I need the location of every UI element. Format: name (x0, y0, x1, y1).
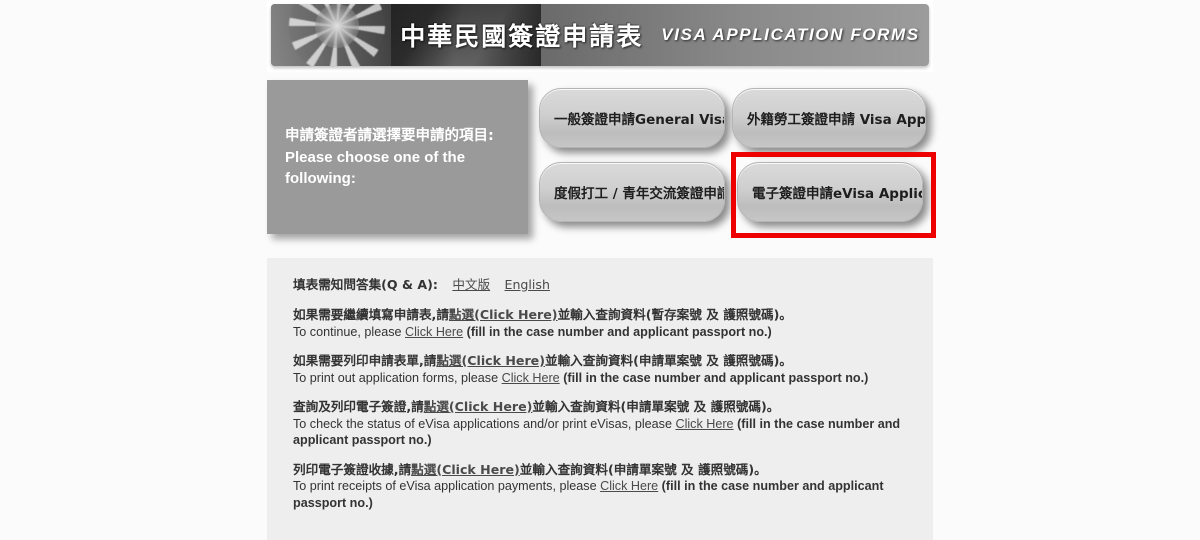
qa-line: 填表需知問答集(Q & A): 中文版 English (293, 274, 909, 293)
check-evisa-cn-link[interactable]: 點選(Click Here) (424, 399, 533, 414)
check-evisa-en-before: To check the status of eVisa application… (293, 416, 676, 431)
page-banner: 中華民國簽證申請表 VISA APPLICATION FORMS (267, 0, 933, 72)
qa-english-link[interactable]: English (504, 277, 549, 292)
print-receipts-en-before: To print receipts of eVisa application p… (293, 479, 601, 493)
banner-title-group: 中華民國簽證申請表 VISA APPLICATION FORMS (271, 4, 929, 66)
print-forms-cn-after: 並輸入查詢資料(申請單案號 及 護照號碼)。 (544, 353, 792, 368)
general-visa-application-label: 一般簽證申請General Visa Ap (554, 112, 724, 128)
print-receipts-en-link[interactable]: Click Here (600, 479, 658, 493)
banner-image: 中華民國簽證申請表 VISA APPLICATION FORMS (271, 4, 929, 66)
print-forms-en-link[interactable]: Click Here (502, 371, 560, 385)
evisa-application-label: 電子簽證申請eVisa Applicatio (752, 186, 922, 202)
choose-prompt-chinese: 申請簽證者請選擇要申請的項目: (285, 127, 494, 144)
check-evisa-cn-after: 並輸入查詢資料(申請單案號 及 護照號碼)。 (532, 399, 780, 414)
print-forms-en-before: To print out application forms, please (293, 370, 502, 385)
instruction-paragraph-check-evisa: 查詢及列印電子簽證,請點選(Click Here)並輸入查詢資料(申請單案號 及… (293, 399, 909, 449)
qa-label: 填表需知問答集(Q & A): (293, 277, 438, 292)
print-receipts-cn-link[interactable]: 點選(Click Here) (411, 462, 520, 477)
continue-cn-after: 並輸入查詢資料(暫存案號 及 護照號碼)。 (557, 307, 792, 322)
choose-prompt-text: 申請簽證者請選擇要申請的項目: Please choose one of the… (267, 126, 508, 189)
check-evisa-english-line: To check the status of eVisa application… (293, 416, 909, 449)
print-forms-cn-before: 如果需要列印申請表單,請 (293, 353, 437, 368)
check-evisa-chinese-line: 查詢及列印電子簽證,請點選(Click Here)並輸入查詢資料(申請單案號 及… (293, 399, 909, 416)
general-visa-application-button[interactable]: 一般簽證申請General Visa Ap (539, 88, 725, 148)
print-forms-english-line: To print out application forms, please C… (293, 370, 909, 387)
choose-prompt-english-line2: following: (285, 169, 356, 187)
check-evisa-cn-before: 查詢及列印電子簽證,請 (293, 399, 424, 414)
working-holiday-visa-application-button[interactable]: 度假打工 / 青年交流簽證申請Wo (539, 162, 725, 222)
continue-cn-link[interactable]: 點選(Click Here) (449, 307, 558, 322)
print-forms-chinese-line: 如果需要列印申請表單,請點選(Click Here)並輸入查詢資料(申請單案號 … (293, 353, 909, 370)
banner-title-english: VISA APPLICATION FORMS (661, 25, 920, 44)
print-receipts-cn-before: 列印電子簽證收據,請 (293, 461, 412, 477)
instruction-paragraph-continue: 如果需要繼續填寫申請表,請點選(Click Here)並輸入查詢資料(暫存案號 … (293, 307, 909, 340)
print-forms-en-after: (fill in the case number and applicant p… (559, 370, 869, 385)
continue-en-after: (fill in the case number and applicant p… (463, 324, 772, 339)
continue-english-line: To continue, please Click Here (fill in … (293, 324, 909, 341)
continue-en-before: To continue, please (293, 324, 406, 339)
instruction-paragraph-print-receipts: 列印電子簽證收據,請點選(Click Here)並輸入查詢資料(申請單案號 及 … (293, 462, 909, 512)
foreign-worker-visa-application-button[interactable]: 外籍勞工簽證申請 Visa Applica (732, 88, 926, 148)
instruction-paragraph-print-forms: 如果需要列印申請表單,請點選(Click Here)並輸入查詢資料(申請單案號 … (293, 353, 909, 386)
page-root: 中華民國簽證申請表 VISA APPLICATION FORMS 申請簽證者請選… (0, 0, 1200, 540)
continue-en-link[interactable]: Click Here (405, 325, 463, 339)
check-evisa-en-link[interactable]: Click Here (675, 417, 733, 431)
print-receipts-cn-after: 並輸入查詢資料(申請單案號 及 護照號碼)。 (519, 461, 767, 477)
evisa-application-button[interactable]: 電子簽證申請eVisa Applicatio (737, 162, 923, 222)
continue-cn-before: 如果需要繼續填寫申請表,請 (293, 307, 449, 322)
print-forms-cn-link[interactable]: 點選(Click Here) (436, 353, 545, 368)
visa-type-chooser: 申請簽證者請選擇要申請的項目: Please choose one of the… (267, 80, 933, 240)
instructions-panel: 填表需知問答集(Q & A): 中文版 English 如果需要繼續填寫申請表,… (267, 258, 933, 540)
choose-prompt-english-line1: Please choose one of the (285, 148, 466, 166)
print-receipts-chinese-line: 列印電子簽證收據,請點選(Click Here)並輸入查詢資料(申請單案號 及 … (293, 462, 909, 479)
banner-title-chinese: 中華民國簽證申請表 (400, 22, 644, 51)
print-receipts-english-line: To print receipts of eVisa application p… (293, 478, 909, 511)
qa-chinese-link[interactable]: 中文版 (452, 277, 490, 292)
continue-chinese-line: 如果需要繼續填寫申請表,請點選(Click Here)並輸入查詢資料(暫存案號 … (293, 307, 909, 324)
working-holiday-visa-application-label: 度假打工 / 青年交流簽證申請Wo (554, 186, 724, 202)
choose-prompt-panel: 申請簽證者請選擇要申請的項目: Please choose one of the… (267, 80, 528, 234)
foreign-worker-visa-application-label: 外籍勞工簽證申請 Visa Applica (747, 112, 926, 128)
